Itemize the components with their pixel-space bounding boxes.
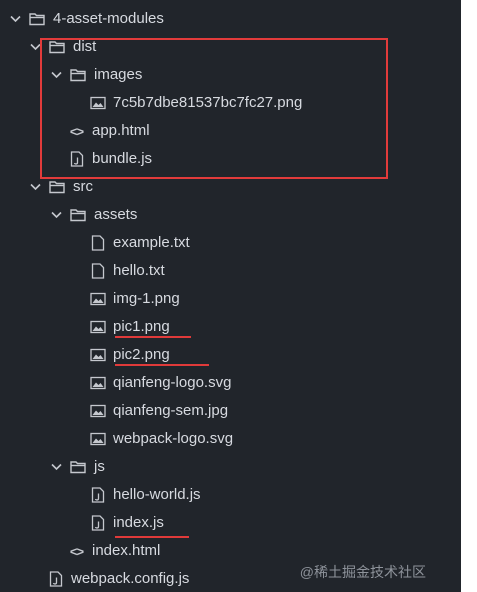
tree-item-label: pic1.png: [113, 318, 170, 335]
tree-item-file[interactable]: example.txt: [0, 229, 461, 257]
chevron-down-icon[interactable]: [29, 41, 41, 53]
text-file-icon: [89, 235, 106, 252]
tree-item-label: webpack-logo.svg: [113, 430, 234, 447]
tree-item-label: src: [73, 178, 93, 195]
tree-item-file[interactable]: pic2.png: [0, 341, 461, 369]
tree-item-label: bundle.js: [92, 150, 153, 167]
tree-item-js[interactable]: js: [0, 453, 461, 481]
tree-item-file[interactable]: bundle.js: [0, 145, 461, 173]
tree-item-file[interactable]: 7c5b7dbe81537bc7fc27.png: [0, 89, 461, 117]
chevron-down-icon[interactable]: [50, 461, 62, 473]
chevron-down-icon[interactable]: [50, 69, 62, 81]
tree-item-file[interactable]: qianfeng-logo.svg: [0, 369, 461, 397]
tree-item-label: app.html: [92, 122, 150, 139]
tree-item-label: dist: [73, 38, 97, 55]
tree-item-label: pic2.png: [113, 346, 170, 363]
image-file-icon: [89, 319, 106, 336]
image-file-icon: [89, 347, 106, 364]
code-file-icon: <>: [69, 123, 84, 139]
tree-item-label: webpack.config.js: [71, 570, 190, 587]
js-file-icon: [89, 515, 106, 532]
file-explorer-panel: 4-asset-modules dist images 7c5b7dbe8153…: [0, 0, 461, 592]
tree-item-label: index.html: [92, 542, 161, 559]
tree-item-src[interactable]: src: [0, 173, 461, 201]
text-file-icon: [89, 263, 106, 280]
image-file-icon: [89, 403, 106, 420]
tree-item-label: 4-asset-modules: [53, 10, 164, 27]
tree-item-label: images: [94, 66, 143, 83]
tree-item-file[interactable]: img-1.png: [0, 285, 461, 313]
image-file-icon: [89, 291, 106, 308]
tree-item-dist[interactable]: dist: [0, 33, 461, 61]
js-file-icon: [68, 151, 85, 168]
tree-item-assets[interactable]: assets: [0, 201, 461, 229]
tree-item-file[interactable]: qianfeng-sem.jpg: [0, 397, 461, 425]
chevron-down-icon[interactable]: [29, 181, 41, 193]
tree-item-label: qianfeng-sem.jpg: [113, 402, 229, 419]
js-file-icon: [47, 571, 64, 588]
folder-open-icon: [29, 11, 46, 28]
tree-item-file[interactable]: pic1.png: [0, 313, 461, 341]
image-file-icon: [89, 375, 106, 392]
tree-item-file[interactable]: <> index.html: [0, 537, 461, 565]
tree-item-images[interactable]: images: [0, 61, 461, 89]
tree-item-label: hello.txt: [113, 262, 165, 279]
folder-open-icon: [49, 39, 66, 56]
folder-open-icon: [70, 207, 87, 224]
tree-item-label: example.txt: [113, 234, 190, 251]
chevron-down-icon[interactable]: [50, 209, 62, 221]
watermark: @稀土掘金技术社区: [299, 564, 426, 580]
image-file-icon: [89, 95, 106, 112]
folder-open-icon: [70, 67, 87, 84]
tree-item-label: assets: [94, 206, 138, 223]
tree-item-file[interactable]: hello.txt: [0, 257, 461, 285]
image-file-icon: [89, 431, 106, 448]
tree-item-file[interactable]: hello-world.js: [0, 481, 461, 509]
tree-item-label: img-1.png: [113, 290, 180, 307]
tree-item-label: hello-world.js: [113, 486, 201, 503]
tree-item-label: js: [94, 458, 105, 475]
js-file-icon: [89, 487, 106, 504]
tree-item-file[interactable]: <> app.html: [0, 117, 461, 145]
chevron-down-icon[interactable]: [9, 13, 21, 25]
tree-item-label: 7c5b7dbe81537bc7fc27.png: [113, 94, 303, 111]
tree-item-label: index.js: [113, 514, 164, 531]
tree-item-file[interactable]: index.js: [0, 509, 461, 537]
tree-item-label: qianfeng-logo.svg: [113, 374, 232, 391]
code-file-icon: <>: [69, 543, 84, 559]
tree-item-4-asset-modules[interactable]: 4-asset-modules: [0, 5, 461, 33]
tree-item-file[interactable]: webpack-logo.svg: [0, 425, 461, 453]
folder-open-icon: [70, 459, 87, 476]
folder-open-icon: [49, 179, 66, 196]
